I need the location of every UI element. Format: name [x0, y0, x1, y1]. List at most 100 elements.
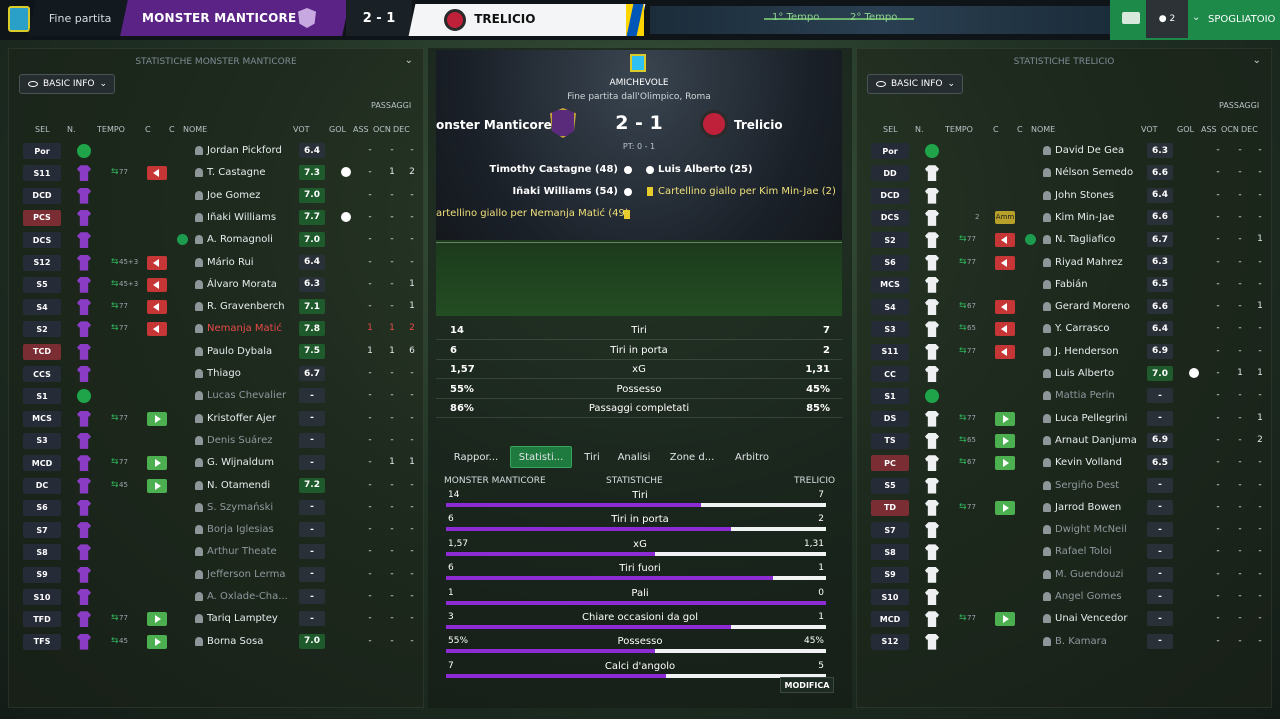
player-row[interactable]: S11 ⇆ 77 T. Castagne 7.3 - 1 2	[19, 163, 419, 183]
player-name[interactable]: Y. Carrasco	[1055, 323, 1110, 334]
player-name[interactable]: Gerard Moreno	[1055, 301, 1130, 312]
position-badge[interactable]: PC	[871, 455, 909, 472]
player-row[interactable]: S9 M. Guendouzi - - - -	[867, 565, 1267, 585]
header-c2[interactable]: C	[1017, 125, 1023, 134]
position-badge[interactable]: S3	[23, 432, 61, 449]
player-name[interactable]: Riyad Mahrez	[1055, 257, 1123, 268]
player-name[interactable]: A. Oxlade-Cha...	[207, 591, 288, 602]
player-row[interactable]: S10 A. Oxlade-Cha... - - - -	[19, 587, 419, 607]
position-badge[interactable]: S3	[871, 321, 909, 338]
player-name[interactable]: B. Kamara	[1055, 636, 1107, 647]
player-row[interactable]: S7 Dwight McNeil - - - -	[867, 520, 1267, 540]
basic-info-dropdown[interactable]: BASIC INFO ⌄	[867, 74, 963, 94]
player-name[interactable]: Fabián	[1055, 279, 1088, 290]
header-ass[interactable]: ASS	[353, 125, 369, 134]
position-badge[interactable]: S7	[23, 522, 61, 539]
position-badge[interactable]: S2	[871, 232, 909, 249]
player-row[interactable]: TD ⇆ 77 Jarrod Bowen - - - -	[867, 498, 1267, 518]
player-row[interactable]: S6 S. Szymański - - - -	[19, 498, 419, 518]
header-gol[interactable]: GOL	[329, 125, 346, 134]
player-name[interactable]: Unai Vencedor	[1055, 613, 1128, 624]
player-row[interactable]: TFD ⇆ 77 Tariq Lamptey - - - -	[19, 609, 419, 629]
player-row[interactable]: Por Jordan Pickford 6.4 - - -	[19, 141, 419, 161]
position-badge[interactable]: S12	[871, 633, 909, 650]
player-name[interactable]: Kristoffer Ajer	[207, 413, 276, 424]
player-name[interactable]: Paulo Dybala	[207, 346, 272, 357]
player-name[interactable]: Nélson Semedo	[1055, 167, 1133, 178]
player-name[interactable]: Dwight McNeil	[1055, 524, 1127, 535]
player-row[interactable]: PCS Iñaki Williams 7.7 - - -	[19, 208, 419, 228]
player-name[interactable]: Luca Pellegrini	[1055, 413, 1127, 424]
player-row[interactable]: DCD Joe Gomez 7.0 - - -	[19, 186, 419, 206]
position-badge[interactable]: S11	[871, 343, 909, 360]
player-row[interactable]: DD Nélson Semedo 6.6 - - -	[867, 163, 1267, 183]
tab-arbitro[interactable]: Arbitro	[728, 446, 776, 468]
player-row[interactable]: S3 ⇆ 65 Y. Carrasco 6.4 - - -	[867, 319, 1267, 339]
position-badge[interactable]: DD	[871, 165, 909, 182]
player-name[interactable]: Jordan Pickford	[207, 145, 282, 156]
player-name[interactable]: Mário Rui	[207, 257, 254, 268]
player-name[interactable]: Arthur Theate	[207, 546, 277, 557]
away-team-banner[interactable]: TRELICIO	[408, 4, 646, 36]
player-name[interactable]: A. Romagnoli	[207, 234, 273, 245]
player-name[interactable]: Arnaut Danjuma	[1055, 435, 1137, 446]
position-badge[interactable]: S5	[871, 477, 909, 494]
player-row[interactable]: MCD ⇆ 77 G. Wijnaldum - - 1 1	[19, 453, 419, 473]
player-row[interactable]: CC Luis Alberto 7.0 - 1 1	[867, 364, 1267, 384]
position-badge[interactable]: DS	[871, 410, 909, 427]
position-badge[interactable]: MCD	[871, 611, 909, 628]
player-row[interactable]: DCD John Stones 6.4 - - -	[867, 186, 1267, 206]
position-badge[interactable]: S6	[871, 254, 909, 271]
header-ocn[interactable]: OCN	[1221, 125, 1239, 134]
position-badge[interactable]: DCS	[23, 232, 61, 249]
player-name[interactable]: Sergiño Dest	[1055, 480, 1119, 491]
position-badge[interactable]: S9	[871, 566, 909, 583]
player-row[interactable]: MCS Fabián 6.5 - - -	[867, 275, 1267, 295]
player-name[interactable]: Álvaro Morata	[207, 279, 277, 290]
header-c1[interactable]: C	[145, 125, 151, 134]
header-sel[interactable]: SEL	[35, 125, 50, 134]
header-vot[interactable]: VOT	[1141, 125, 1158, 134]
player-row[interactable]: S2 ⇆ 77 N. Tagliafico 6.7 - - 1	[867, 230, 1267, 250]
position-badge[interactable]: S4	[871, 299, 909, 316]
header-ass[interactable]: ASS	[1201, 125, 1217, 134]
player-name[interactable]: J. Henderson	[1055, 346, 1119, 357]
header-vot[interactable]: VOT	[293, 125, 310, 134]
position-badge[interactable]: CCS	[23, 366, 61, 382]
player-name[interactable]: Nemanja Matić	[207, 323, 282, 334]
player-name[interactable]: Thiago	[207, 368, 241, 379]
position-badge[interactable]: TD	[871, 499, 909, 516]
basic-info-dropdown[interactable]: BASIC INFO ⌄	[19, 74, 115, 94]
player-row[interactable]: S11 ⇆ 77 J. Henderson 6.9 - - -	[867, 342, 1267, 362]
player-row[interactable]: S1 Lucas Chevalier - - - -	[19, 386, 419, 406]
player-row[interactable]: TCD Paulo Dybala 7.5 1 1 6	[19, 342, 419, 362]
player-row[interactable]: MCD ⇆ 77 Unai Vencedor - - - -	[867, 609, 1267, 629]
header-tempo[interactable]: TEMPO	[945, 125, 973, 134]
modify-button[interactable]: MODIFICA	[780, 677, 834, 693]
player-name[interactable]: Jarrod Bowen	[1055, 502, 1121, 513]
home-team-name[interactable]: onster Manticore	[436, 118, 552, 132]
player-row[interactable]: S1 Mattia Perin - - - -	[867, 386, 1267, 406]
position-badge[interactable]: S10	[23, 589, 61, 605]
player-name[interactable]: Denis Suárez	[207, 435, 272, 446]
header-gol[interactable]: GOL	[1177, 125, 1194, 134]
player-name[interactable]: Borna Sosa	[207, 636, 263, 647]
position-badge[interactable]: S4	[23, 299, 61, 316]
dressing-room-button[interactable]: SPOGLIATOIO	[1208, 14, 1275, 25]
position-badge[interactable]: Por	[871, 143, 909, 159]
player-name[interactable]: Kim Min-Jae	[1055, 212, 1114, 223]
player-name[interactable]: Kevin Volland	[1055, 457, 1122, 468]
position-badge[interactable]: TCD	[23, 343, 61, 360]
header-c1[interactable]: C	[993, 125, 999, 134]
header-sel[interactable]: SEL	[883, 125, 898, 134]
position-badge[interactable]: Por	[23, 143, 61, 159]
home-team-banner[interactable]: MONSTER MANTICORE	[120, 0, 350, 36]
player-name[interactable]: Borja Iglesias	[207, 524, 274, 535]
header-tempo[interactable]: TEMPO	[97, 125, 125, 134]
player-row[interactable]: S5 ⇆ 45+3 Álvaro Morata 6.3 - - 1	[19, 275, 419, 295]
player-name[interactable]: N. Otamendi	[207, 480, 270, 491]
player-row[interactable]: TFS ⇆ 45 Borna Sosa 7.0 - - -	[19, 632, 419, 652]
player-name[interactable]: M. Guendouzi	[1055, 569, 1123, 580]
chevron-down-icon[interactable]: ⌄	[1192, 12, 1200, 23]
position-badge[interactable]: TS	[871, 432, 909, 449]
